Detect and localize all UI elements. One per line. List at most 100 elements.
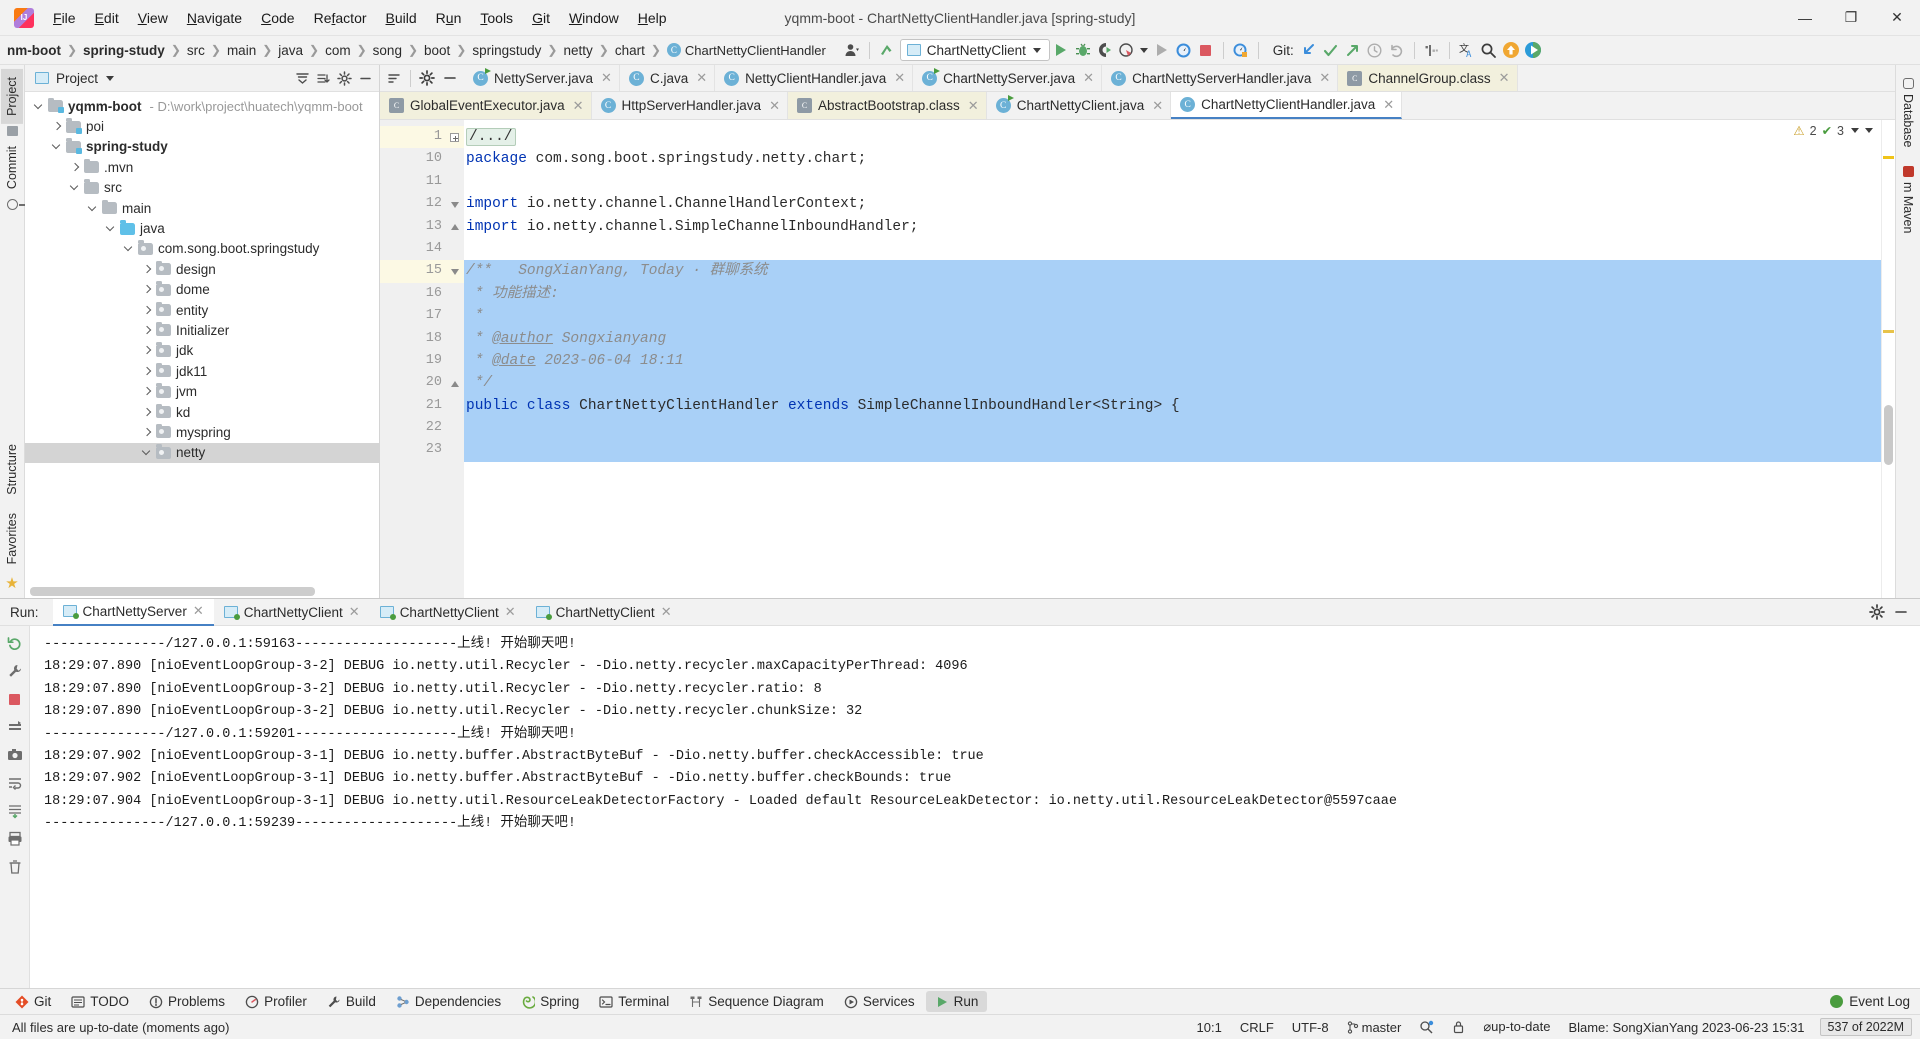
menu-tools[interactable]: Tools — [471, 6, 522, 30]
gutter-line-17[interactable]: 17 — [380, 305, 464, 327]
code-line-11[interactable] — [464, 171, 1881, 193]
tool-window-services[interactable]: Services — [835, 991, 924, 1012]
breadcrumb-item-0[interactable]: nm-boot — [2, 41, 66, 60]
attach-debugger-icon[interactable] — [1173, 39, 1195, 61]
tree-node-com-song-boot-springstudy[interactable]: com.song.boot.springstudy — [25, 239, 379, 259]
settings-gear-icon[interactable] — [1866, 601, 1888, 623]
close-run-tab-icon[interactable]: ✕ — [193, 603, 204, 619]
code-line-10[interactable]: package com.song.boot.springstudy.netty.… — [464, 148, 1881, 170]
print-settings-icon[interactable] — [4, 716, 26, 738]
close-tab-icon[interactable]: ✕ — [1319, 70, 1330, 86]
gutter-line-22[interactable]: 22 — [380, 417, 464, 439]
tree-node-poi[interactable]: poi — [25, 116, 379, 136]
git-branch-widget[interactable]: master — [1338, 1018, 1411, 1037]
tree-node-jvm[interactable]: jvm — [25, 381, 379, 401]
code-line-21[interactable]: public class ChartNettyClientHandler ext… — [464, 394, 1881, 418]
tool-window-terminal[interactable]: Terminal — [590, 991, 678, 1012]
menu-file[interactable]: File — [44, 6, 85, 30]
breadcrumb-item-8[interactable]: springstudy — [467, 41, 546, 60]
breadcrumb-item-2[interactable]: src — [182, 41, 210, 60]
tree-node-spring-study[interactable]: spring-study — [25, 137, 379, 157]
gutter-line-11[interactable]: 11 — [380, 171, 464, 193]
inspection-widget[interactable]: ⚠ 2 ✔ 3 — [1793, 123, 1873, 138]
gutter-line-21[interactable]: 21 — [380, 395, 464, 417]
tree-node-kd[interactable]: kd — [25, 402, 379, 422]
gutter-line-15[interactable]: 15 — [380, 260, 464, 283]
fold-collapse-up-icon[interactable] — [449, 378, 460, 389]
stop-icon[interactable] — [4, 688, 26, 710]
console-output[interactable]: ---------------/127.0.0.1:59163---------… — [30, 626, 1920, 988]
run-with-coverage-button[interactable] — [1094, 39, 1116, 61]
stop-button[interactable] — [1195, 39, 1217, 61]
gutter-line-10[interactable]: 10 — [380, 148, 464, 170]
menu-git[interactable]: Git — [523, 6, 559, 30]
event-log-button[interactable]: Event Log — [1830, 994, 1910, 1009]
editor-vertical-scrollbar[interactable] — [1884, 405, 1893, 465]
menu-help[interactable]: Help — [629, 6, 676, 30]
editor-gutter[interactable]: 1 10 11 12 13 14 15 16 17 18 19 20 21 22 23 — [380, 120, 464, 598]
chevron-right-icon[interactable] — [141, 324, 154, 337]
code-line-20[interactable]: */ — [464, 372, 1881, 395]
attach-process-icon[interactable] — [1230, 39, 1252, 61]
tree-node-jdk[interactable]: jdk — [25, 341, 379, 361]
code-line-15[interactable]: /** SongXianYang, Today · 群聊系统 — [464, 260, 1881, 283]
menu-code[interactable]: Code — [252, 6, 303, 30]
tree-node--mvn[interactable]: .mvn — [25, 157, 379, 177]
menu-refactor[interactable]: Refactor — [305, 6, 376, 30]
tool-window-spring[interactable]: Spring — [512, 991, 588, 1012]
close-tab-icon[interactable]: ✕ — [968, 98, 979, 114]
soft-wrap-icon[interactable] — [4, 772, 26, 794]
breadcrumb-item-9[interactable]: netty — [558, 41, 597, 60]
breadcrumb-item-1[interactable]: spring-study — [78, 41, 170, 60]
tool-window-build[interactable]: Build — [318, 991, 385, 1012]
run-button[interactable] — [1050, 39, 1072, 61]
gutter-line-23[interactable]: 23 — [380, 439, 464, 461]
sidebar-item-project[interactable]: Project — [1, 69, 23, 124]
chevron-right-icon[interactable] — [141, 304, 154, 317]
tool-window-sequence-diagram[interactable]: Sequence Diagram — [680, 991, 833, 1012]
editor-tab-nettyserver-java[interactable]: C NettyServer.java ✕ — [464, 65, 620, 91]
user-avatar-icon[interactable] — [841, 39, 863, 61]
run-tab-chartnettyserver[interactable]: ChartNettyServer ✕ — [52, 598, 214, 626]
tree-node-main[interactable]: main — [25, 198, 379, 218]
editor-tab-channelgroup-class[interactable]: C ChannelGroup.class ✕ — [1338, 65, 1518, 91]
breadcrumb-item-6[interactable]: song — [368, 41, 407, 60]
breadcrumb-item-5[interactable]: com — [320, 41, 356, 60]
tree-node-design[interactable]: design — [25, 259, 379, 279]
run-configuration-selector[interactable]: ChartNettyClient — [899, 39, 1050, 61]
tool-window-profiler[interactable]: Profiler — [236, 991, 316, 1012]
gutter-line-16[interactable]: 16 — [380, 283, 464, 305]
menu-edit[interactable]: Edit — [86, 6, 128, 30]
tree-node-src[interactable]: src — [25, 178, 379, 198]
vcs-status[interactable]: ⌀up-to-date — [1474, 1017, 1559, 1037]
chevron-down-icon[interactable] — [105, 222, 118, 235]
code-line-12[interactable]: import io.netty.channel.ChannelHandlerCo… — [464, 193, 1881, 215]
editor-marker-bar[interactable] — [1881, 120, 1895, 598]
gutter-line-1[interactable]: 1 — [380, 126, 464, 149]
rerun-icon[interactable] — [4, 632, 26, 654]
menu-navigate[interactable]: Navigate — [178, 6, 251, 30]
memory-indicator[interactable]: 537 of 2022M — [1819, 1018, 1912, 1036]
tree-node-netty[interactable]: netty — [25, 442, 379, 464]
code-line-17[interactable]: * — [464, 305, 1881, 328]
lock-icon[interactable] — [1443, 1018, 1474, 1036]
gutter-line-20[interactable]: 20 — [380, 372, 464, 394]
maximize-button[interactable]: ❐ — [1828, 0, 1874, 36]
scroll-to-end-icon[interactable] — [4, 800, 26, 822]
breadcrumb-item-10[interactable]: chart — [610, 41, 650, 60]
chevron-right-icon[interactable] — [141, 283, 154, 296]
breadcrumb-item-4[interactable]: java — [273, 41, 308, 60]
update-project-icon[interactable] — [876, 39, 898, 61]
chevron-right-icon[interactable] — [141, 365, 154, 378]
editor-tab-chartnettyclienthandler-java[interactable]: C ChartNettyClientHandler.java ✕ — [1171, 92, 1403, 119]
git-commit-icon[interactable] — [1320, 39, 1342, 61]
breadcrumb-class[interactable]: C ChartNettyClientHandler — [662, 41, 831, 60]
hide-editor-icon[interactable] — [439, 67, 461, 89]
code-line-14[interactable] — [464, 238, 1881, 260]
project-horizontal-scrollbar[interactable] — [30, 587, 315, 596]
editor-tab-chartnettyserverhandler-java[interactable]: C ChartNettyServerHandler.java ✕ — [1102, 65, 1339, 91]
sidebar-item-maven[interactable]: m Maven — [1897, 157, 1919, 242]
lens-icon[interactable] — [1410, 1018, 1443, 1036]
gutter-line-14[interactable]: 14 — [380, 238, 464, 260]
delete-icon[interactable] — [4, 856, 26, 878]
